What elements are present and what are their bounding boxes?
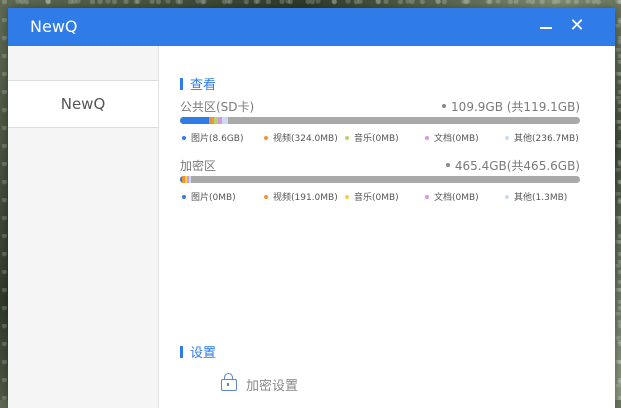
settings-section-header: 设置 bbox=[180, 342, 217, 361]
legend-item-music: 音乐(0MB) bbox=[345, 131, 399, 144]
view-section-header: 查看 bbox=[180, 74, 217, 93]
usage-legend: 图片(0MB) 视频(191.0MB) 音乐(0MB) 文档(0MB) 其他(1.3MB… bbox=[182, 190, 582, 203]
window-title: NewQ bbox=[30, 17, 78, 36]
dot-icon bbox=[442, 104, 447, 108]
legend-item-other: 其他(236.7MB) bbox=[505, 131, 579, 144]
section-marker bbox=[180, 346, 183, 358]
usage-legend: 图片(8.6GB) 视频(324.0MB) 音乐(0MB) 文档(0MB) 其他(236… bbox=[182, 131, 582, 144]
legend-label: 音乐(0MB) bbox=[354, 134, 399, 144]
usage-segment-other bbox=[188, 176, 192, 183]
title-bar[interactable]: NewQ ✕ bbox=[8, 8, 615, 46]
volume-size-text: 109.9GB (共119.1GB) bbox=[451, 100, 580, 114]
dot-icon bbox=[445, 163, 450, 167]
legend-item-video: 视频(191.0MB) bbox=[264, 190, 338, 203]
volume-size-text: 465.4GB(共465.6GB) bbox=[454, 159, 580, 173]
legend-item-video: 视频(324.0MB) bbox=[264, 131, 338, 144]
usage-bar bbox=[180, 117, 580, 124]
legend-label: 音乐(0MB) bbox=[354, 193, 399, 203]
minimize-button[interactable] bbox=[534, 14, 558, 38]
sidebar-item-label: NewQ bbox=[60, 95, 106, 113]
legend-label: 其他(236.7MB) bbox=[514, 134, 579, 144]
legend-dot-icon bbox=[264, 136, 268, 140]
usage-segment-pictures bbox=[180, 117, 209, 124]
legend-dot-icon bbox=[505, 195, 509, 199]
legend-label: 图片(8.6GB) bbox=[191, 134, 244, 144]
volume-size: 109.9GB (共119.1GB) bbox=[442, 98, 580, 115]
legend-item-pictures: 图片(8.6GB) bbox=[182, 131, 243, 144]
legend-item-pictures: 图片(0MB) bbox=[182, 190, 236, 203]
close-icon: ✕ bbox=[569, 15, 585, 36]
settings-section-title: 设置 bbox=[190, 346, 217, 361]
legend-dot-icon bbox=[345, 136, 349, 140]
legend-label: 其他(1.3MB) bbox=[514, 193, 568, 203]
legend-dot-icon bbox=[425, 195, 429, 199]
volume-name: 加密区 bbox=[180, 159, 217, 173]
volume-size: 465.4GB(共465.6GB) bbox=[445, 157, 580, 174]
view-section-title: 查看 bbox=[190, 78, 217, 93]
encryption-settings-button[interactable]: 加密设置 bbox=[221, 373, 299, 394]
legend-item-other: 其他(1.3MB) bbox=[505, 190, 567, 203]
usage-bar bbox=[180, 176, 580, 183]
legend-dot-icon bbox=[182, 136, 186, 140]
legend-label: 文档(0MB) bbox=[434, 193, 479, 203]
minimize-icon bbox=[540, 27, 552, 29]
lock-icon bbox=[221, 373, 237, 391]
usage-segment-other bbox=[222, 117, 229, 124]
volume-name: 公共区(SD卡) bbox=[180, 100, 255, 114]
encryption-settings-label: 加密设置 bbox=[246, 379, 299, 394]
sidebar: NewQ bbox=[8, 46, 159, 408]
legend-item-docs: 文档(0MB) bbox=[425, 190, 479, 203]
close-button[interactable]: ✕ bbox=[565, 14, 589, 38]
legend-label: 视频(191.0MB) bbox=[273, 193, 338, 203]
legend-dot-icon bbox=[182, 195, 186, 199]
legend-label: 图片(0MB) bbox=[191, 193, 236, 203]
sidebar-item-newq[interactable]: NewQ bbox=[8, 80, 158, 128]
legend-dot-icon bbox=[425, 136, 429, 140]
legend-item-music: 音乐(0MB) bbox=[345, 190, 399, 203]
legend-dot-icon bbox=[345, 195, 349, 199]
legend-dot-icon bbox=[264, 195, 268, 199]
app-window: NewQ ✕ NewQ 查看 公共区(SD卡) 109.9GB (共119.1G… bbox=[8, 8, 615, 408]
legend-item-docs: 文档(0MB) bbox=[425, 131, 479, 144]
legend-label: 视频(324.0MB) bbox=[273, 134, 338, 144]
legend-label: 文档(0MB) bbox=[434, 134, 479, 144]
legend-dot-icon bbox=[505, 136, 509, 140]
section-marker bbox=[180, 78, 183, 90]
